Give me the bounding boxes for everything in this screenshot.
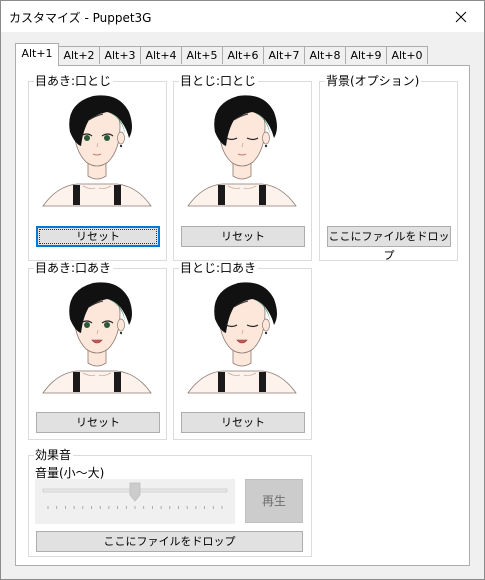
tab-alt1[interactable]: Alt+1 xyxy=(15,43,59,66)
tab-alt6[interactable]: Alt+6 xyxy=(222,46,264,64)
close-button[interactable] xyxy=(438,1,484,32)
group-label: 背景(オプション) xyxy=(325,74,422,88)
group-sound-effect: 効果音 音量(小～大) 再生 ここにファイルをドロップ xyxy=(28,448,312,557)
group-eyes-closed-mouth-open: 目とじ:口あき リセット xyxy=(173,261,312,440)
tab-alt9[interactable]: Alt+9 xyxy=(345,46,387,64)
group-eyes-open-mouth-closed: 目あき:口とじ リセット xyxy=(28,74,167,261)
customize-window: カスタマイズ - Puppet3G Alt+1 Alt+2 Alt+3 Alt+… xyxy=(0,0,485,580)
group-eyes-open-mouth-open: 目あき:口あき リセット xyxy=(28,261,167,440)
volume-slider[interactable] xyxy=(35,479,235,524)
title-bar: カスタマイズ - Puppet3G xyxy=(1,1,484,32)
group-background: 背景(オプション) ここにファイルをドロップ xyxy=(319,74,458,262)
group-label: 目とじ:口あき xyxy=(179,261,259,275)
group-label: 目あき:口あき xyxy=(34,261,114,275)
tab-alt5[interactable]: Alt+5 xyxy=(181,46,223,64)
reset-button[interactable]: リセット xyxy=(36,412,160,433)
avatar-eyes-open-mouth-open[interactable] xyxy=(37,277,157,397)
group-label: 目あき:口とじ xyxy=(34,74,114,88)
tab-alt3[interactable]: Alt+3 xyxy=(99,46,141,64)
group-label: 効果音 xyxy=(34,448,74,462)
reset-button[interactable]: リセット xyxy=(181,412,305,433)
drop-file-button[interactable]: ここにファイルをドロップ xyxy=(327,226,451,262)
avatar-eyes-closed-mouth-closed[interactable] xyxy=(182,90,302,210)
close-icon xyxy=(455,11,467,22)
play-button[interactable]: 再生 xyxy=(245,479,303,523)
group-label: 目とじ:口とじ xyxy=(179,74,259,88)
reset-button[interactable]: リセット xyxy=(36,226,160,247)
tab-panel-alt1: 目あき:口とじ リセット 目とじ:口とじ リセット 背景(オプション) ここにフ… xyxy=(15,65,470,566)
avatar-eyes-open-mouth-closed[interactable] xyxy=(37,90,157,210)
tab-alt2[interactable]: Alt+2 xyxy=(58,46,100,64)
group-eyes-closed-mouth-closed: 目とじ:口とじ リセット xyxy=(173,74,312,261)
tab-alt4[interactable]: Alt+4 xyxy=(140,46,182,64)
drop-file-button[interactable]: ここにファイルをドロップ xyxy=(36,531,303,552)
window-title: カスタマイズ - Puppet3G xyxy=(9,11,152,25)
tab-alt7[interactable]: Alt+7 xyxy=(263,46,305,64)
tab-alt8[interactable]: Alt+8 xyxy=(304,46,346,64)
reset-button[interactable]: リセット xyxy=(181,226,305,247)
avatar-eyes-closed-mouth-open[interactable] xyxy=(182,277,302,397)
tab-alt0[interactable]: Alt+0 xyxy=(386,46,428,64)
slider-ticks xyxy=(47,506,223,509)
